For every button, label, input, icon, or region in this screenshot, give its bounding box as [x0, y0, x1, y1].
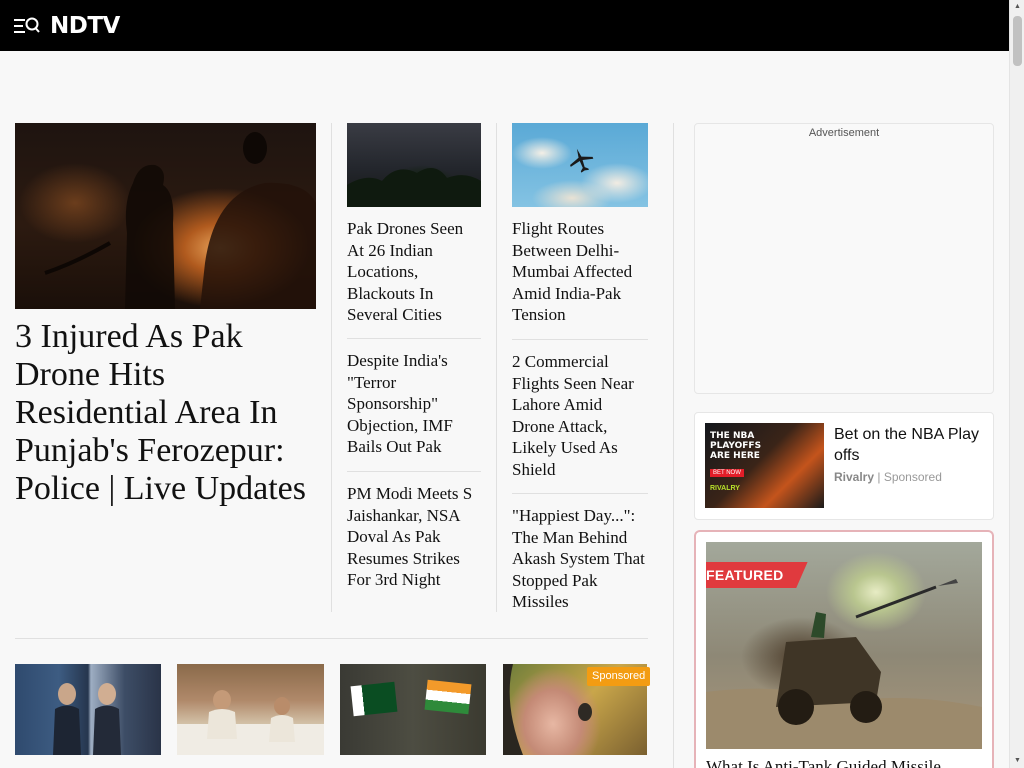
sponsored-card[interactable]: THE NBA PLAYOFFS ARE HERE BET NOW RIVALR… — [694, 412, 994, 520]
column-divider — [331, 123, 332, 612]
story-headline[interactable]: PM Modi Meets S Jaishankar, NSA Doval As… — [347, 483, 482, 591]
lead-story-headline[interactable]: 3 Injured As Pak Drone Hits Residential … — [15, 318, 315, 508]
airplane-icon — [570, 148, 594, 173]
story-headline[interactable]: Despite India's "Terror Sponsorship" Obj… — [347, 350, 482, 458]
bottom-story-image[interactable] — [15, 664, 161, 755]
advertisement-slot[interactable]: Advertisement — [694, 123, 994, 394]
menu-search-icon[interactable] — [14, 15, 40, 37]
pakistan-flag-icon — [350, 681, 398, 717]
featured-card[interactable]: FEATURED What Is Anti-Tank Guided Missil… — [694, 530, 994, 768]
bottom-story-image[interactable] — [177, 664, 324, 755]
scroll-thumb[interactable] — [1013, 16, 1022, 66]
sponsored-card-title[interactable]: Bet on the NBA Play offs — [834, 424, 989, 466]
page-scrollbar[interactable]: ▲ ▼ — [1009, 0, 1024, 768]
divider — [512, 493, 648, 494]
featured-tag: FEATURED — [706, 562, 808, 588]
sponsored-label: Sponsored — [883, 470, 942, 484]
top-navbar: NDTV — [0, 0, 1009, 51]
story-headline[interactable]: "Happiest Day...": The Man Behind Akash … — [512, 505, 647, 613]
advertisement-label: Advertisement — [808, 127, 880, 139]
column-divider — [496, 123, 497, 612]
sponsor-source: Rivalry — [834, 470, 875, 484]
nba-promo-image[interactable]: THE NBA PLAYOFFS ARE HERE BET NOW RIVALR… — [705, 423, 824, 508]
section-divider — [15, 638, 648, 639]
india-flag-icon — [424, 679, 472, 715]
column-divider — [673, 123, 674, 768]
divider — [347, 338, 481, 339]
promo-bet-now-button: BET NOW — [710, 469, 744, 477]
divider — [347, 471, 481, 472]
scroll-down-arrow-icon[interactable]: ▼ — [1010, 754, 1024, 768]
sponsored-badge: Sponsored — [587, 667, 651, 686]
story-headline[interactable]: Flight Routes Between Delhi-Mumbai Affec… — [512, 218, 647, 326]
meta-separator: | — [874, 470, 884, 484]
lead-story-image[interactable] — [15, 123, 316, 309]
bottom-story-image[interactable] — [340, 664, 486, 755]
featured-image[interactable]: FEATURED — [706, 542, 982, 749]
scroll-up-arrow-icon[interactable]: ▲ — [1010, 0, 1024, 14]
bottom-story-headline[interactable] — [177, 757, 323, 768]
story-image-flight[interactable] — [512, 123, 648, 207]
ndtv-logo[interactable]: NDTV — [50, 11, 120, 41]
featured-headline[interactable]: What Is Anti-Tank Guided Missile — [706, 756, 986, 768]
bottom-story-headline[interactable] — [15, 757, 161, 768]
story-headline[interactable]: Pak Drones Seen At 26 Indian Locations, … — [347, 218, 482, 326]
promo-brand-text: RIVALRY — [710, 485, 740, 492]
bottom-story-headline[interactable] — [503, 757, 649, 768]
story-headline[interactable]: 2 Commercial Flights Seen Near Lahore Am… — [512, 351, 647, 480]
divider — [512, 339, 648, 340]
promo-image-text: THE NBA PLAYOFFS ARE HERE — [710, 431, 762, 461]
bottom-story-headline[interactable] — [340, 757, 486, 768]
sponsored-card-meta: Rivalry | Sponsored — [834, 470, 942, 484]
logo-text: NDTV — [50, 13, 120, 39]
story-image-drones[interactable] — [347, 123, 481, 207]
